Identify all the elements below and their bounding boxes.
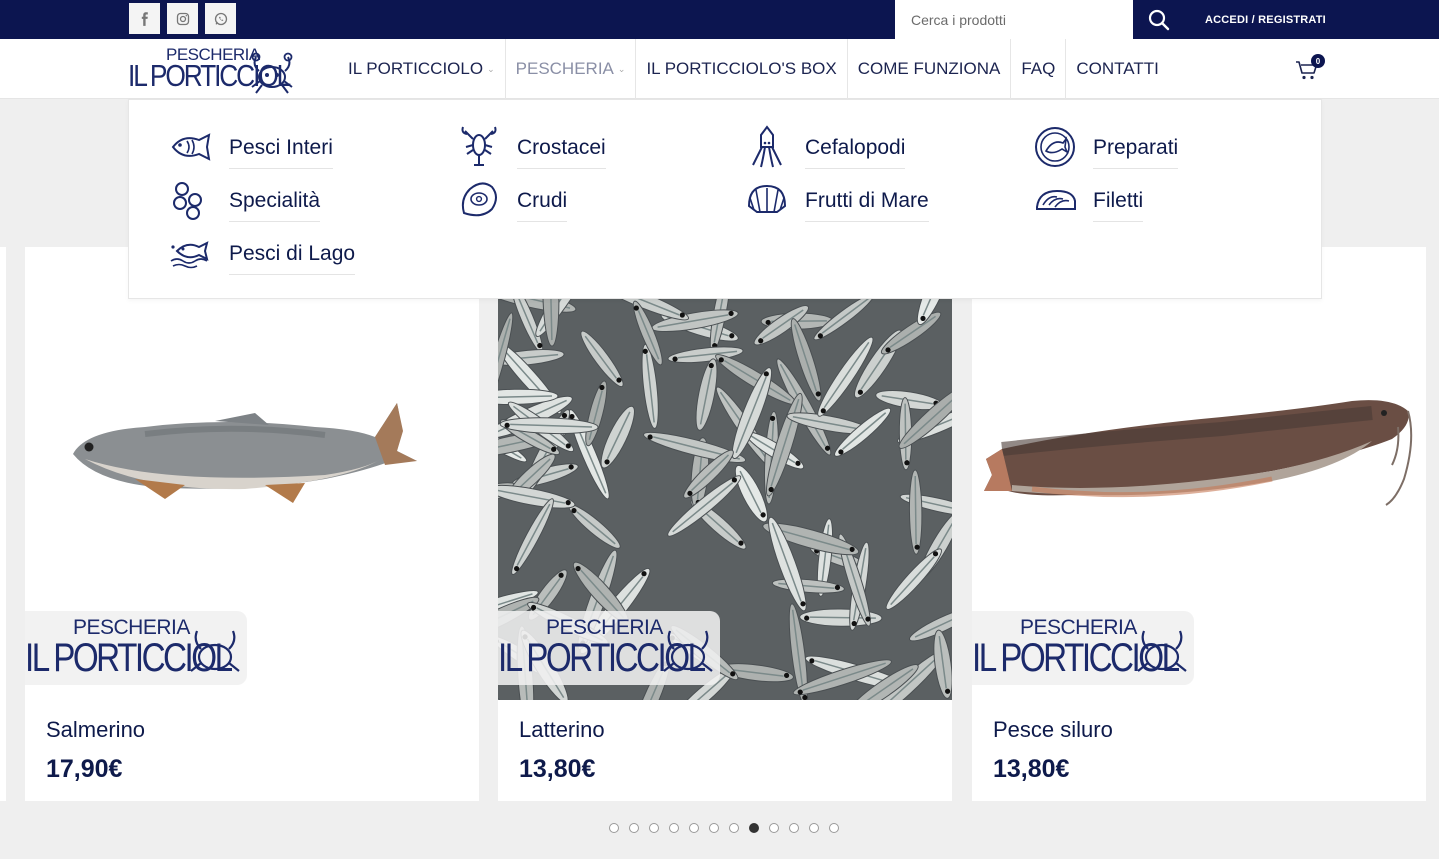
carousel-dot[interactable] (749, 823, 759, 833)
oyster-icon (457, 178, 501, 222)
menu-item-pesci-interi[interactable]: Pesci Interi (169, 125, 333, 169)
menu-item-specialita[interactable]: Specialità (169, 178, 321, 222)
nav-item-il-porticciolo[interactable]: IL PORTICCIOLO ⌄ (338, 39, 506, 99)
product-price: 13,80€ (993, 755, 1070, 783)
chevron-down-icon: ⌄ (487, 63, 495, 74)
whatsapp-icon[interactable] (205, 3, 236, 34)
carousel-dot[interactable] (829, 823, 839, 833)
facebook-icon[interactable] (129, 3, 160, 34)
nav-item-contatti[interactable]: CONTATTI (1066, 39, 1168, 99)
brand-logo[interactable]: PESCHERIA IL PORTICCIOL (128, 41, 300, 97)
product-name[interactable]: Salmerino (46, 717, 145, 743)
menu-item-crostacei[interactable]: Crostacei (457, 125, 606, 169)
fish-decoration (542, 299, 560, 347)
watermark-logo: PESCHERIA IL PORTICCIOL (972, 611, 1194, 685)
squid-icon (745, 125, 789, 169)
fish-decoration (585, 380, 608, 447)
shell-icon (745, 178, 789, 222)
fish-icon (169, 125, 213, 169)
prepared-plate-icon (1033, 125, 1077, 169)
menu-item-cefalopodi[interactable]: Cefalopodi (745, 125, 906, 169)
product-name[interactable]: Latterino (519, 717, 605, 743)
menu-item-crudi[interactable]: Crudi (457, 178, 568, 222)
top-bar: ACCEDI / REGISTRATI (0, 0, 1439, 39)
login-register-link[interactable]: ACCEDI / REGISTRATI (1185, 0, 1439, 39)
menu-item-preparati[interactable]: Preparati (1033, 125, 1179, 169)
carousel-dot[interactable] (729, 823, 739, 833)
fish-decoration (880, 311, 942, 355)
watermark-logo: PESCHERIA IL PORTICCIOL (498, 611, 720, 685)
product-card[interactable]: PESCHERIA IL PORTICCIOL Latterino 13,80€ (498, 247, 952, 801)
watermark-logo: PESCHERIA IL PORTICCIOL (25, 611, 247, 685)
product-price: 13,80€ (519, 755, 596, 783)
lobster-icon (457, 125, 501, 169)
menu-item-frutti-di-mare[interactable]: Frutti di Mare (745, 178, 929, 222)
fish-decoration (695, 358, 718, 431)
carousel-dot[interactable] (609, 823, 619, 833)
partial-product-card (0, 247, 6, 801)
fish-decoration (885, 548, 942, 610)
svg-text:IL PORTICCIOL: IL PORTICCIOL (498, 635, 706, 680)
nav-item-pescheria[interactable]: PESCHERIA ⌄ (506, 39, 637, 99)
carousel-dot[interactable] (669, 823, 679, 833)
carousel-pagination (609, 823, 839, 833)
svg-text:IL PORTICCIOL: IL PORTICCIOL (972, 635, 1180, 680)
search-icon (1148, 9, 1170, 30)
fish-decoration (568, 504, 621, 549)
menu-item-pesci-di-lago[interactable]: Pesci di Lago (169, 231, 356, 275)
search-input[interactable] (911, 11, 1111, 28)
carousel-dot[interactable] (769, 823, 779, 833)
main-nav: IL PORTICCIOLO ⌄ PESCHERIA ⌄ IL PORTICCIOL… (338, 39, 1169, 99)
carousel-dot[interactable] (789, 823, 799, 833)
fish-decoration (511, 498, 554, 575)
nav-item-box[interactable]: IL PORTICCIOLO'S BOX (636, 39, 848, 99)
carousel-dot[interactable] (709, 823, 719, 833)
carousel-dot[interactable] (629, 823, 639, 833)
search-button[interactable] (1133, 0, 1185, 39)
chevron-down-icon: ⌄ (617, 63, 626, 74)
product-price: 17,90€ (46, 755, 123, 783)
cart-count-badge: 0 (1311, 54, 1325, 68)
instagram-icon[interactable] (167, 3, 198, 34)
lake-fish-icon (169, 231, 213, 275)
nav-item-faq[interactable]: FAQ (1011, 39, 1067, 99)
main-header: PESCHERIA IL PORTICCIOL IL PORTICCIOLO ⌄ … (0, 39, 1439, 99)
menu-item-filetti[interactable]: Filetti (1033, 178, 1144, 222)
product-name[interactable]: Pesce siluro (993, 717, 1113, 743)
product-card[interactable]: PESCHERIA IL PORTICCIOL Pesce siluro 13,… (972, 247, 1426, 801)
nav-item-come-funziona[interactable]: COME FUNZIONA (848, 39, 1012, 99)
product-card[interactable]: PESCHERIA IL PORTICCIOL Salmerino 17,90€ (25, 247, 479, 801)
fish-decoration (498, 484, 576, 509)
pescheria-mega-menu: Pesci Interi Crostacei Cefalopodi Prepar… (128, 99, 1322, 299)
fish-decoration (580, 330, 624, 388)
fillet-icon (1033, 178, 1077, 222)
fish-eggs-icon (169, 178, 213, 222)
svg-text:IL PORTICCIOL: IL PORTICCIOL (25, 635, 233, 680)
carousel-dot[interactable] (809, 823, 819, 833)
fish-decoration (908, 469, 923, 555)
carousel-dot[interactable] (649, 823, 659, 833)
fish-decoration (771, 578, 845, 594)
carousel-dot[interactable] (689, 823, 699, 833)
search-field[interactable] (895, 0, 1133, 39)
fish-decoration (899, 493, 952, 517)
